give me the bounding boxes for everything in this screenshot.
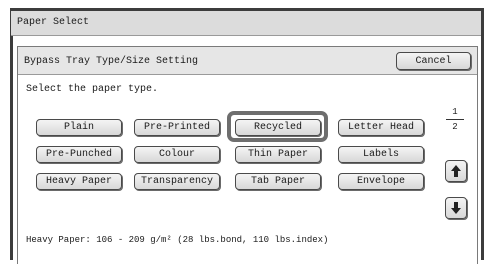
- paper-type-thin-paper[interactable]: Thin Paper: [235, 146, 321, 163]
- page-total: 2: [452, 122, 458, 132]
- paper-type-pre-punched[interactable]: Pre-Punched: [36, 146, 122, 163]
- window-title: Paper Select: [17, 17, 90, 28]
- scroll-down-button[interactable]: [445, 197, 467, 219]
- page-indicator: 1 2: [444, 107, 466, 132]
- paper-type-tab-paper[interactable]: Tab Paper: [235, 173, 321, 190]
- arrow-down-icon: [451, 202, 461, 214]
- paper-type-transparency[interactable]: Transparency: [134, 173, 220, 190]
- page-divider: [446, 119, 464, 120]
- scroll-up-button[interactable]: [445, 160, 467, 182]
- paper-type-plain[interactable]: Plain: [36, 119, 122, 136]
- paper-type-pre-printed[interactable]: Pre-Printed: [134, 119, 220, 136]
- page-current: 1: [452, 107, 458, 117]
- title-bar: Paper Select: [11, 11, 481, 36]
- paper-type-heavy-paper[interactable]: Heavy Paper: [36, 173, 122, 190]
- paper-type-recycled[interactable]: Recycled: [235, 119, 321, 136]
- instruction-text: Select the paper type.: [26, 84, 159, 95]
- paper-type-envelope[interactable]: Envelope: [338, 173, 424, 190]
- paper-type-labels[interactable]: Labels: [338, 146, 424, 163]
- arrow-up-icon: [451, 165, 461, 177]
- paper-weight-info: Heavy Paper: 106 - 209 g/m² (28 lbs.bond…: [26, 235, 329, 245]
- subheader-title: Bypass Tray Type/Size Setting: [24, 56, 199, 67]
- paper-type-letter-head[interactable]: Letter Head: [338, 119, 424, 136]
- paper-type-colour[interactable]: Colour: [134, 146, 220, 163]
- cancel-button[interactable]: Cancel: [396, 52, 471, 70]
